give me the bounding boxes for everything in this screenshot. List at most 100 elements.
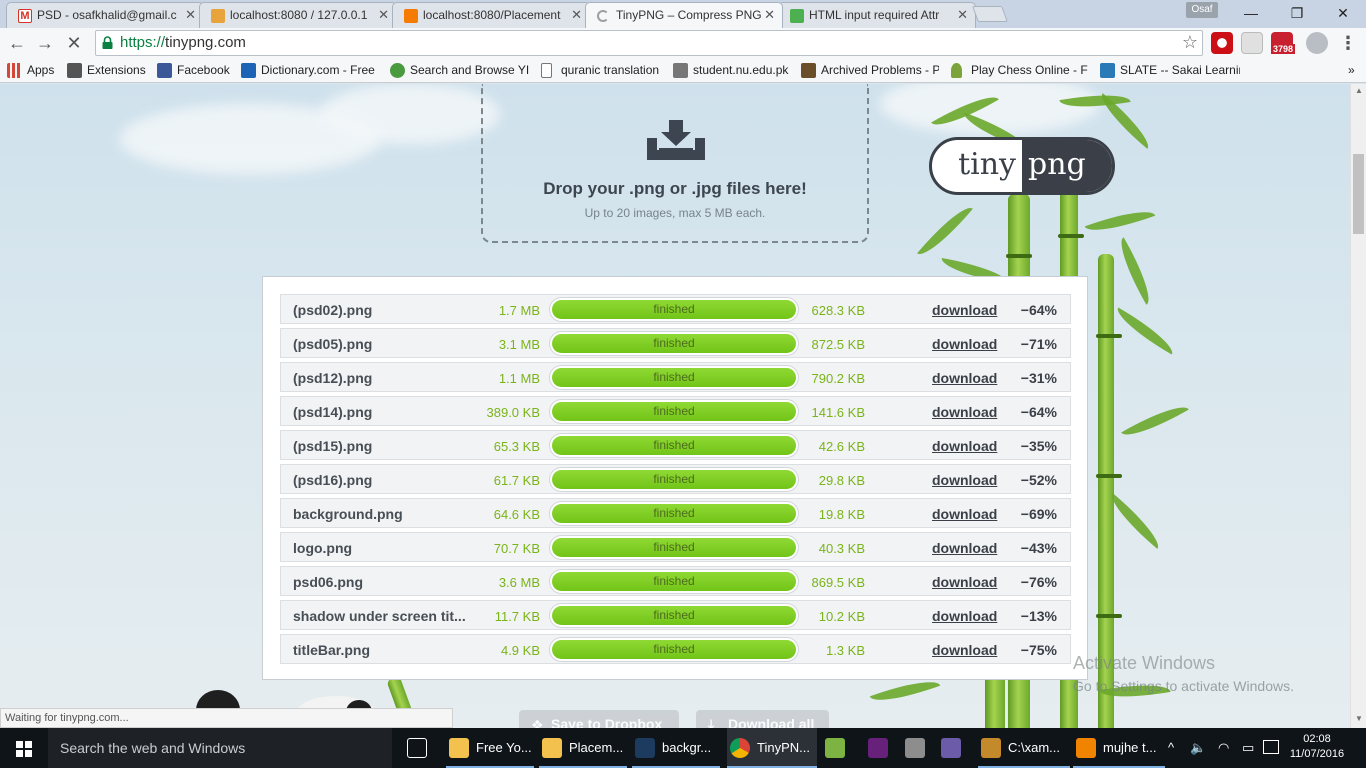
address-bar[interactable]: https://tinypng.com ☆ xyxy=(95,30,1203,56)
bookmark-project-euler[interactable]: Archived Problems - P xyxy=(801,62,939,79)
menu-icon[interactable]: ⋮ xyxy=(1336,31,1360,55)
taskbar-item[interactable]: Placem... xyxy=(539,728,627,768)
download-link[interactable]: download xyxy=(932,438,997,454)
taskbar-item[interactable] xyxy=(865,728,895,768)
start-button[interactable] xyxy=(0,728,48,768)
result-row: (psd02).png 1.7 MB finished 628.3 KB downloa… xyxy=(280,294,1071,324)
bookmark-slate[interactable]: SLATE -- Sakai Learnin xyxy=(1100,62,1240,79)
taskbar-search-box[interactable]: Search the web and Windows xyxy=(48,728,392,768)
bookmark-student-nu[interactable]: student.nu.edu.pk xyxy=(673,62,791,79)
download-link[interactable]: download xyxy=(932,370,997,386)
taskbar-item[interactable]: TinyPN... xyxy=(727,728,817,768)
bookmark-chess[interactable]: Play Chess Online - Fr xyxy=(951,62,1088,79)
browser-tab[interactable]: localhost:8080 / 127.0.0.1 ✕ xyxy=(199,2,397,28)
download-all-button[interactable]: ⤓ Download all xyxy=(696,710,829,728)
slate-icon xyxy=(1100,63,1115,78)
result-row: (psd15).png 65.3 KB finished 42.6 KB downloa… xyxy=(280,430,1071,460)
progress-status: finished xyxy=(552,470,796,489)
close-icon[interactable]: ✕ xyxy=(378,3,389,27)
opera-icon[interactable] xyxy=(1211,32,1233,54)
download-link[interactable]: download xyxy=(932,574,997,590)
action-center-icon[interactable] xyxy=(1263,740,1279,754)
original-size: 3.6 MB xyxy=(498,575,540,590)
chess-icon xyxy=(951,63,962,78)
browser-tab-active[interactable]: TinyPNG – Compress PNG ✕ xyxy=(585,2,783,28)
savings-percent: −43% xyxy=(1020,540,1057,556)
scroll-down-icon[interactable]: ▼ xyxy=(1355,714,1363,723)
progress-bar: finished xyxy=(549,569,799,594)
speaker-icon[interactable]: 🔈 xyxy=(1190,728,1206,768)
bookmark-facebook[interactable]: Facebook xyxy=(157,62,232,79)
result-row: logo.png 70.7 KB finished 40.3 KB download −4… xyxy=(280,532,1071,562)
globe-icon[interactable] xyxy=(1306,32,1328,54)
tray-chevron-icon[interactable]: ^ xyxy=(1168,728,1174,768)
result-row: shadow under screen tit... 11.7 KB finishe… xyxy=(280,600,1071,630)
download-link[interactable]: download xyxy=(932,336,997,352)
progress-bar: finished xyxy=(549,637,799,662)
download-link[interactable]: download xyxy=(932,642,997,658)
page-scrollbar[interactable]: ▲ ▼ xyxy=(1350,84,1366,728)
system-clock[interactable]: 02:08 11/07/2016 xyxy=(1287,732,1347,762)
taskbar-item[interactable]: C:\xam... xyxy=(978,728,1070,768)
bookmark-apps[interactable]: Apps xyxy=(7,62,62,79)
taskbar-item-label: Free Yo... xyxy=(476,740,532,755)
file-name: (psd15).png xyxy=(293,438,373,454)
file-dropzone[interactable]: Drop your .png or .jpg files here! Up to… xyxy=(481,84,869,243)
profile-button[interactable]: Osaf xyxy=(1186,2,1218,18)
scrollbar-thumb[interactable] xyxy=(1353,154,1364,234)
file-name: logo.png xyxy=(293,540,353,556)
browser-tab[interactable]: M PSD - osafkhalid@gmail.c ✕ xyxy=(6,2,204,28)
save-to-dropbox-button[interactable]: ❖ Save to Dropbox xyxy=(519,710,679,728)
close-icon[interactable]: ✕ xyxy=(764,3,775,27)
progress-status: finished xyxy=(552,538,796,557)
download-link[interactable]: download xyxy=(932,302,997,318)
download-link[interactable]: download xyxy=(932,472,997,488)
gmail-count-badge: 3798 xyxy=(1271,44,1296,54)
forward-icon[interactable]: → xyxy=(33,31,57,55)
taskbar-item[interactable] xyxy=(822,728,852,768)
taskbar-item[interactable]: mujhe t... xyxy=(1073,728,1165,768)
minimize-icon[interactable]: — xyxy=(1228,0,1274,26)
battery-icon[interactable]: ▭ xyxy=(1242,728,1254,768)
back-icon[interactable]: ← xyxy=(5,31,29,55)
tinypng-logo[interactable]: tiny png xyxy=(929,137,1115,195)
browser-tab[interactable]: localhost:8080/Placement ✕ xyxy=(392,2,590,28)
tab-title: TinyPNG – Compress PNG xyxy=(616,8,762,22)
new-tab-button[interactable] xyxy=(972,6,1008,22)
download-link[interactable]: download xyxy=(932,404,997,420)
shield-icon[interactable] xyxy=(1241,32,1263,54)
bookmark-dictionary[interactable]: Dictionary.com - Free xyxy=(241,62,377,79)
result-row: (psd05).png 3.1 MB finished 872.5 KB downloa… xyxy=(280,328,1071,358)
close-icon[interactable]: ✕ xyxy=(571,3,582,27)
taskbar-item[interactable]: backgr... xyxy=(632,728,720,768)
scroll-up-icon[interactable]: ▲ xyxy=(1355,86,1363,95)
stop-loading-icon[interactable]: ✕ xyxy=(62,31,86,55)
download-link[interactable]: download xyxy=(932,608,997,624)
bookmark-star-icon[interactable]: ☆ xyxy=(1182,32,1198,53)
compressed-size: 1.3 KB xyxy=(825,643,865,658)
bookmark-extensions[interactable]: Extensions xyxy=(67,62,151,79)
download-link[interactable]: download xyxy=(932,506,997,522)
taskbar-item[interactable] xyxy=(404,728,434,768)
close-icon[interactable]: ✕ xyxy=(957,3,968,27)
restore-icon[interactable]: ❐ xyxy=(1274,0,1320,26)
close-window-icon[interactable]: ✕ xyxy=(1320,0,1366,26)
bookmark-quranic[interactable]: quranic translation xyxy=(541,62,663,79)
tab-title: PSD - osafkhalid@gmail.c xyxy=(37,8,177,22)
browser-tab[interactable]: HTML input required Attr ✕ xyxy=(778,2,976,28)
download-link[interactable]: download xyxy=(932,540,997,556)
taskbar-item[interactable] xyxy=(902,728,932,768)
taskbar-item[interactable]: Free Yo... xyxy=(446,728,534,768)
windows-logo-icon xyxy=(16,741,32,757)
taskbar-item[interactable] xyxy=(938,728,968,768)
taskbar-item-label: mujhe t... xyxy=(1103,740,1157,755)
bookmark-label: Extensions xyxy=(87,63,146,77)
bookmark-yii[interactable]: Search and Browse YII xyxy=(390,62,529,79)
progress-status: finished xyxy=(552,640,796,659)
wifi-icon[interactable]: ◠ xyxy=(1218,728,1229,768)
bookmarks-overflow-icon[interactable]: » xyxy=(1344,62,1364,79)
compressed-size: 790.2 KB xyxy=(811,371,866,386)
progress-bar: finished xyxy=(549,501,799,526)
close-icon[interactable]: ✕ xyxy=(185,3,196,27)
page-viewport: Drop your .png or .jpg files here! Up to… xyxy=(0,84,1350,728)
